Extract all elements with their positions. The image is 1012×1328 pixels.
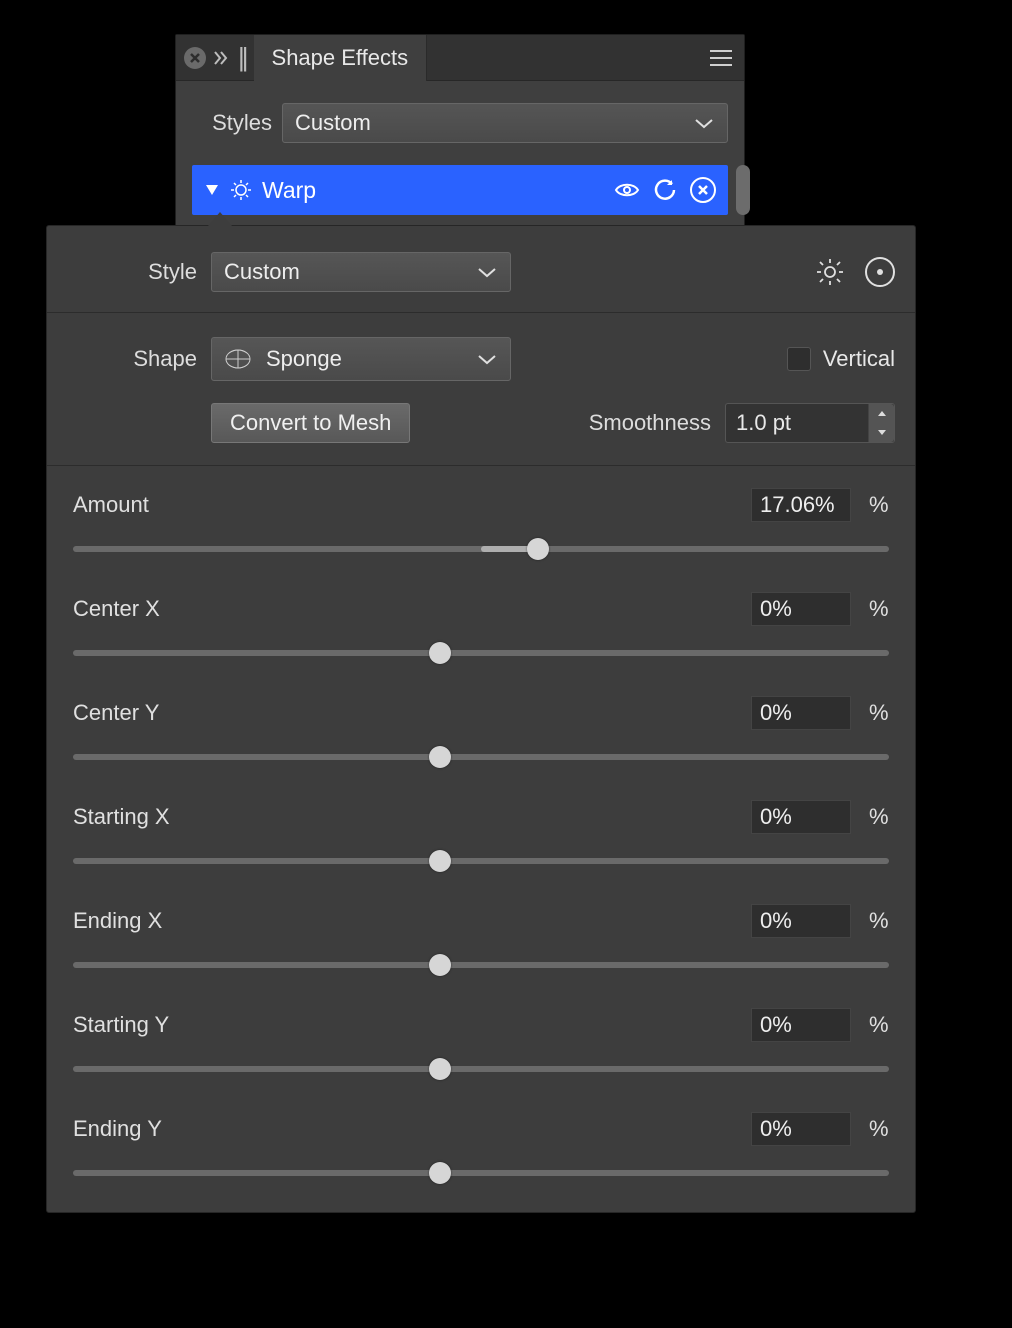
- slider-amount: Amount 17.06%%: [47, 466, 915, 570]
- effect-name: Warp: [262, 177, 316, 204]
- panel-header: || Shape Effects: [176, 35, 744, 81]
- slider-track[interactable]: [73, 850, 889, 872]
- gear-icon[interactable]: [815, 257, 845, 287]
- shape-thumb-icon: [224, 347, 252, 371]
- slider-value-input[interactable]: 0%: [751, 904, 851, 938]
- reset-icon[interactable]: [654, 179, 676, 201]
- effect-item-warp[interactable]: Warp: [192, 165, 728, 215]
- styles-row: Styles Custom: [176, 81, 744, 157]
- shape-value: Sponge: [266, 346, 466, 372]
- slider-track[interactable]: [73, 642, 889, 664]
- stepper-down-icon[interactable]: [869, 423, 894, 442]
- close-icon[interactable]: [176, 35, 212, 81]
- slider-unit: %: [869, 596, 889, 622]
- collapse-chevrons-icon[interactable]: [212, 35, 230, 81]
- effect-style-icon: [230, 179, 252, 201]
- slider-starting-y: Starting Y 0%%: [47, 986, 915, 1090]
- remove-effect-icon[interactable]: [690, 177, 716, 203]
- style-value: Custom: [224, 259, 300, 285]
- slider-unit: %: [869, 700, 889, 726]
- chevron-down-icon: [476, 265, 498, 279]
- slider-label: Ending Y: [73, 1116, 162, 1142]
- slider-track[interactable]: [73, 1058, 889, 1080]
- chevron-down-icon: [693, 116, 715, 130]
- slider-thumb[interactable]: [429, 954, 451, 976]
- disclosure-triangle-icon[interactable]: [204, 183, 220, 197]
- dock-handle-icon[interactable]: ||: [238, 35, 246, 81]
- style-select[interactable]: Custom: [211, 252, 511, 292]
- styles-label: Styles: [192, 110, 272, 136]
- tab-label: Shape Effects: [272, 45, 409, 71]
- slider-unit: %: [869, 1116, 889, 1142]
- slider-thumb[interactable]: [429, 1058, 451, 1080]
- slider-thumb[interactable]: [527, 538, 549, 560]
- styles-select[interactable]: Custom: [282, 103, 728, 143]
- slider-track[interactable]: [73, 954, 889, 976]
- slider-center-y: Center Y 0%%: [47, 674, 915, 778]
- slider-value-input[interactable]: 17.06%: [751, 488, 851, 522]
- slider-unit: %: [869, 804, 889, 830]
- effect-actions: [614, 177, 716, 203]
- smoothness-value: 1.0 pt: [736, 410, 791, 436]
- tab-shape-effects[interactable]: Shape Effects: [254, 35, 428, 81]
- warp-options-panel: Style Custom Shape Sponge Vert: [46, 225, 916, 1213]
- slider-unit: %: [869, 1012, 889, 1038]
- slider-thumb[interactable]: [429, 1162, 451, 1184]
- slider-label: Center Y: [73, 700, 159, 726]
- target-icon[interactable]: [865, 257, 895, 287]
- visibility-icon[interactable]: [614, 181, 640, 199]
- slider-track[interactable]: [73, 538, 889, 560]
- slider-label: Starting X: [73, 804, 170, 830]
- slider-track[interactable]: [73, 746, 889, 768]
- panel-menu-icon[interactable]: [708, 35, 734, 81]
- slider-ending-y: Ending Y 0%%: [47, 1090, 915, 1194]
- slider-unit: %: [869, 492, 889, 518]
- slider-ending-x: Ending X 0%%: [47, 882, 915, 986]
- slider-thumb[interactable]: [429, 746, 451, 768]
- slider-value-input[interactable]: 0%: [751, 800, 851, 834]
- styles-value: Custom: [295, 110, 371, 136]
- slider-label: Center X: [73, 596, 160, 622]
- shape-label: Shape: [67, 346, 197, 372]
- smoothness-input[interactable]: 1.0 pt: [725, 403, 895, 443]
- mesh-row: Convert to Mesh Smoothness 1.0 pt: [47, 381, 915, 466]
- slider-value-input[interactable]: 0%: [751, 696, 851, 730]
- slider-label: Ending X: [73, 908, 162, 934]
- scrollbar[interactable]: [736, 165, 750, 215]
- shape-effects-panel: || Shape Effects Styles Custom Warp: [175, 34, 745, 230]
- vertical-label: Vertical: [823, 346, 895, 372]
- slider-value-input[interactable]: 0%: [751, 592, 851, 626]
- slider-value-input[interactable]: 0%: [751, 1112, 851, 1146]
- smoothness-stepper[interactable]: [868, 404, 894, 442]
- slider-value-input[interactable]: 0%: [751, 1008, 851, 1042]
- slider-thumb[interactable]: [429, 642, 451, 664]
- style-label: Style: [67, 259, 197, 285]
- convert-button-label: Convert to Mesh: [230, 410, 391, 436]
- style-row: Style Custom: [47, 226, 915, 313]
- stepper-up-icon[interactable]: [869, 404, 894, 423]
- shape-select[interactable]: Sponge: [211, 337, 511, 381]
- convert-to-mesh-button[interactable]: Convert to Mesh: [211, 403, 410, 443]
- smoothness-label: Smoothness: [589, 410, 711, 436]
- slider-center-x: Center X 0%%: [47, 570, 915, 674]
- slider-label: Amount: [73, 492, 149, 518]
- slider-thumb[interactable]: [429, 850, 451, 872]
- slider-label: Starting Y: [73, 1012, 169, 1038]
- slider-starting-x: Starting X 0%%: [47, 778, 915, 882]
- chevron-down-icon: [476, 352, 498, 366]
- vertical-checkbox[interactable]: [787, 347, 811, 371]
- shape-row: Shape Sponge Vertical: [47, 313, 915, 381]
- flyout-pointer: [208, 212, 232, 226]
- slider-track[interactable]: [73, 1162, 889, 1184]
- slider-unit: %: [869, 908, 889, 934]
